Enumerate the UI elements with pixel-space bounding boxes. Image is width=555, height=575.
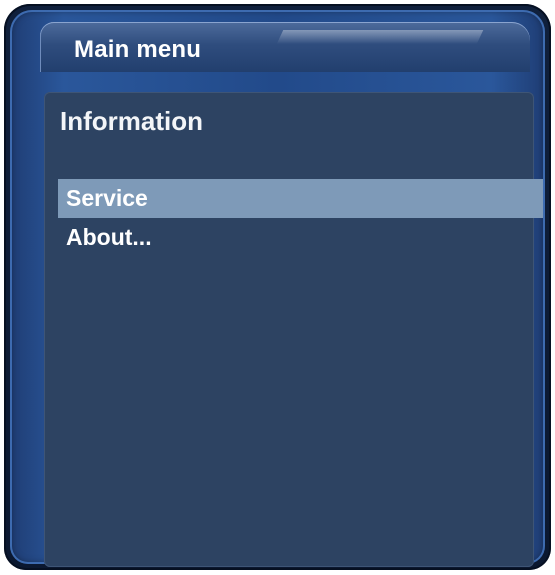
title-tab: Main menu xyxy=(40,22,530,72)
content-panel: Information Service About... xyxy=(44,92,543,567)
menu-item-about[interactable]: About... xyxy=(58,218,543,257)
menu-list: Service About... xyxy=(58,179,543,257)
window-title: Main menu xyxy=(74,36,202,63)
main-menu-window: Main menu Information Service About... xyxy=(4,4,551,570)
window-frame: Main menu Information Service About... xyxy=(10,10,545,567)
menu-item-service[interactable]: Service xyxy=(58,179,543,218)
section-title: Information xyxy=(60,106,203,136)
